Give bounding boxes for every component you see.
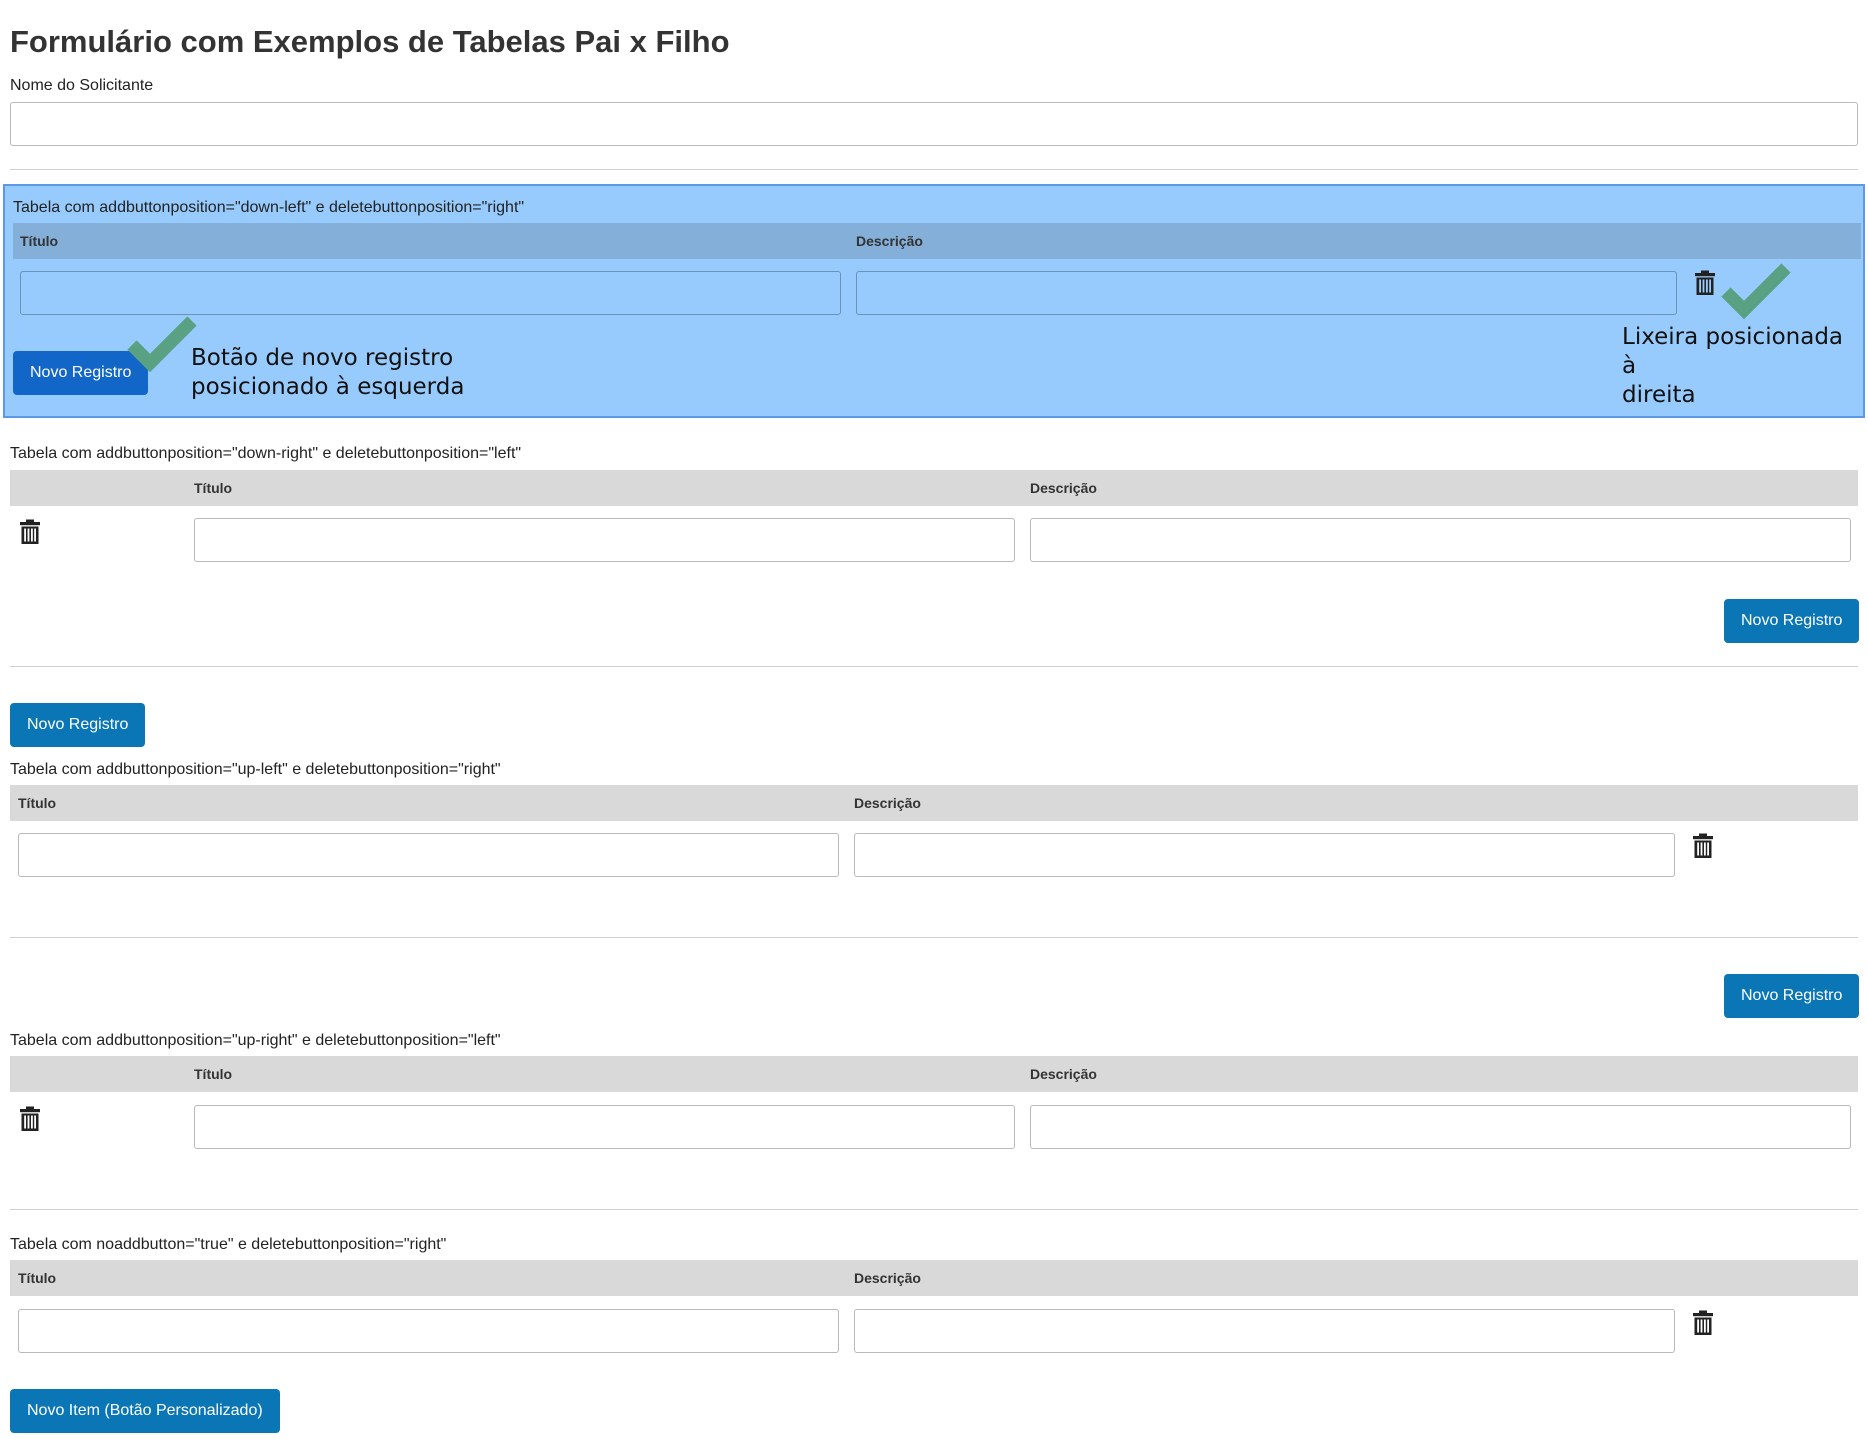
highlighted-table-section: Tabela com addbuttonposition="down-left"…	[3, 184, 1865, 418]
column-header-descricao: Descrição	[1030, 1066, 1097, 1082]
custom-add-item-button[interactable]: Novo Item (Botão Personalizado)	[10, 1389, 280, 1433]
add-record-button[interactable]: Novo Registro	[10, 703, 146, 747]
annotation-line: direita	[1622, 382, 1696, 408]
column-header-descricao: Descrição	[854, 1270, 921, 1286]
annotation-line: Botão de novo registro	[191, 345, 454, 371]
table-caption: Tabela com addbuttonposition="up-left" e…	[10, 761, 501, 778]
requester-name-input[interactable]	[10, 102, 1858, 146]
add-record-button[interactable]: Novo Registro	[1724, 599, 1860, 643]
titulo-input[interactable]	[20, 271, 841, 315]
annotation-line: Lixeira posicionada à	[1622, 324, 1844, 379]
column-header-descricao: Descrição	[1030, 480, 1097, 496]
trash-icon[interactable]	[1692, 1310, 1714, 1336]
checkmark-icon	[1721, 263, 1791, 320]
descricao-input[interactable]	[856, 271, 1677, 315]
column-header-titulo: Título	[20, 233, 59, 249]
table-header: Título Descrição	[10, 1056, 1858, 1092]
trash-icon[interactable]	[19, 519, 41, 545]
trash-icon[interactable]	[19, 1106, 41, 1132]
divider	[10, 169, 1858, 170]
descricao-input[interactable]	[1030, 1105, 1851, 1149]
column-header-descricao: Descrição	[856, 233, 923, 249]
trash-icon[interactable]	[1692, 833, 1714, 859]
descricao-input[interactable]	[1030, 518, 1851, 562]
descricao-input[interactable]	[854, 1309, 1675, 1353]
trash-annotation: Lixeira posicionada à direita	[1622, 323, 1863, 410]
requester-name-label: Nome do Solicitante	[10, 77, 154, 94]
trash-icon[interactable]	[1694, 270, 1716, 296]
divider	[10, 937, 1858, 938]
checkmark-icon	[127, 316, 197, 373]
table-header: Título Descrição	[13, 223, 1861, 259]
column-header-titulo: Título	[194, 1066, 233, 1082]
titulo-input[interactable]	[194, 1105, 1015, 1149]
divider	[10, 666, 1858, 667]
column-header-titulo: Título	[194, 480, 233, 496]
table-caption: Tabela com addbuttonposition="down-right…	[10, 445, 522, 462]
descricao-input[interactable]	[854, 833, 1675, 877]
table-header: Título Descrição	[10, 1260, 1858, 1296]
titulo-input[interactable]	[18, 1309, 839, 1353]
table-caption: Tabela com noaddbutton="true" e deletebu…	[10, 1236, 447, 1253]
table-caption: Tabela com addbuttonposition="down-left"…	[13, 199, 525, 216]
titulo-input[interactable]	[18, 833, 839, 877]
page-title: Formulário com Exemplos de Tabelas Pai x…	[10, 24, 730, 59]
add-button-annotation: Botão de novo registro posicionado à esq…	[191, 344, 464, 402]
annotation-line: posicionado à esquerda	[191, 374, 465, 400]
add-record-button[interactable]: Novo Registro	[1724, 974, 1860, 1018]
column-header-titulo: Título	[18, 1270, 57, 1286]
table-caption: Tabela com addbuttonposition="up-right" …	[10, 1032, 501, 1049]
column-header-titulo: Título	[18, 795, 57, 811]
divider	[10, 1209, 1858, 1210]
table-header: Título Descrição	[10, 785, 1858, 821]
column-header-descricao: Descrição	[854, 795, 921, 811]
titulo-input[interactable]	[194, 518, 1015, 562]
table-header: Título Descrição	[10, 470, 1858, 506]
